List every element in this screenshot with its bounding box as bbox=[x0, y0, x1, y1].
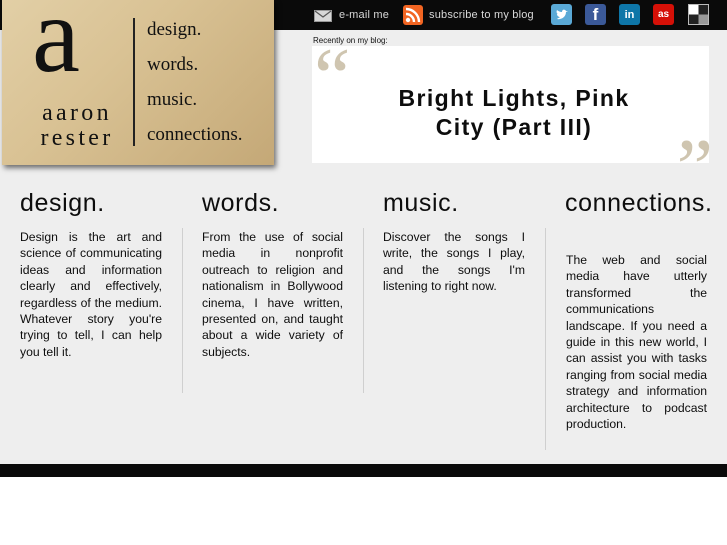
logo-last-name: rester bbox=[40, 125, 114, 151]
column-text-design: Design is the art and science of communi… bbox=[20, 230, 162, 359]
blog-post-title[interactable]: Bright Lights, Pink City (Part III) bbox=[372, 84, 656, 142]
email-link[interactable]: e-mail me bbox=[314, 0, 389, 30]
column-text-connections: The web and social media have utterly tr… bbox=[566, 253, 707, 432]
column-title-connections[interactable]: connections. bbox=[565, 187, 713, 219]
subscribe-link[interactable]: subscribe to my blog bbox=[403, 0, 534, 30]
facebook-icon[interactable]: f bbox=[585, 4, 606, 25]
blog-quote-box[interactable]: “ Bright Lights, Pink City (Part III) ” bbox=[312, 36, 713, 209]
logo-tagline-music: music. bbox=[147, 89, 198, 110]
column-divider bbox=[182, 228, 183, 393]
logo[interactable]: a aaron rester design. words. music. con… bbox=[2, 0, 274, 165]
rss-icon bbox=[403, 5, 423, 25]
logo-tagline-connections: connections. bbox=[147, 124, 243, 145]
column-divider bbox=[363, 228, 364, 393]
logo-letter: a bbox=[32, 0, 80, 95]
linkedin-icon[interactable]: in bbox=[619, 4, 640, 25]
open-quote-icon: “ bbox=[314, 31, 350, 122]
column-divider bbox=[545, 228, 546, 450]
logo-tagline-design: design. bbox=[147, 19, 202, 40]
footer-bar bbox=[0, 464, 727, 477]
column-title-design[interactable]: design. bbox=[20, 187, 105, 219]
column-title-words[interactable]: words. bbox=[202, 187, 279, 219]
logo-divider bbox=[133, 18, 135, 146]
subscribe-link-label: subscribe to my blog bbox=[429, 9, 534, 21]
mail-icon bbox=[314, 9, 332, 22]
lastfm-icon[interactable]: as bbox=[653, 4, 674, 25]
email-link-label: e-mail me bbox=[339, 9, 390, 21]
logo-tagline-words: words. bbox=[147, 54, 199, 75]
twitter-icon[interactable] bbox=[551, 4, 572, 25]
logo-first-name: aaron bbox=[42, 100, 112, 126]
column-text-words: From the use of social media in nonprofi… bbox=[202, 230, 343, 359]
column-text-music: Discover the songs I write, the songs I … bbox=[383, 230, 525, 294]
delicious-icon[interactable] bbox=[688, 4, 709, 25]
column-title-music[interactable]: music. bbox=[383, 187, 459, 219]
